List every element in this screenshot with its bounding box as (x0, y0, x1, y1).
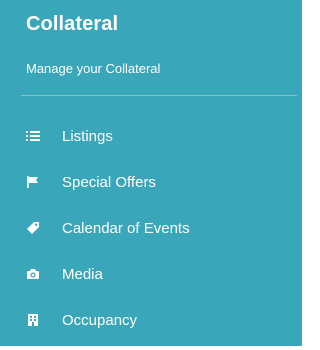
list-icon (25, 128, 41, 144)
camera-icon (25, 266, 41, 282)
building-icon (25, 312, 41, 328)
menu-item-media-label: Media (62, 265, 103, 283)
menu-item-media[interactable]: Media (0, 251, 302, 297)
menu-item-listings-label: Listings (62, 127, 113, 145)
menu-item-listings[interactable]: Listings (0, 113, 302, 159)
collateral-menu: Listings Special Offers Calendar of Even… (0, 113, 302, 343)
menu-item-occupancy-label: Occupancy (62, 311, 138, 329)
collateral-panel: Collateral Manage your Collateral Listin… (0, 0, 302, 346)
menu-item-calendar-of-events-label: Calendar of Events (62, 219, 190, 237)
divider (21, 95, 297, 96)
menu-item-special-offers[interactable]: Special Offers (0, 159, 302, 205)
panel-title: Collateral (26, 13, 119, 35)
flag-icon (25, 174, 41, 190)
menu-item-occupancy[interactable]: Occupancy (0, 297, 302, 343)
tag-icon (25, 220, 41, 236)
menu-item-calendar-of-events[interactable]: Calendar of Events (0, 205, 302, 251)
panel-subtitle: Manage your Collateral (26, 61, 161, 76)
menu-item-special-offers-label: Special Offers (62, 173, 156, 191)
